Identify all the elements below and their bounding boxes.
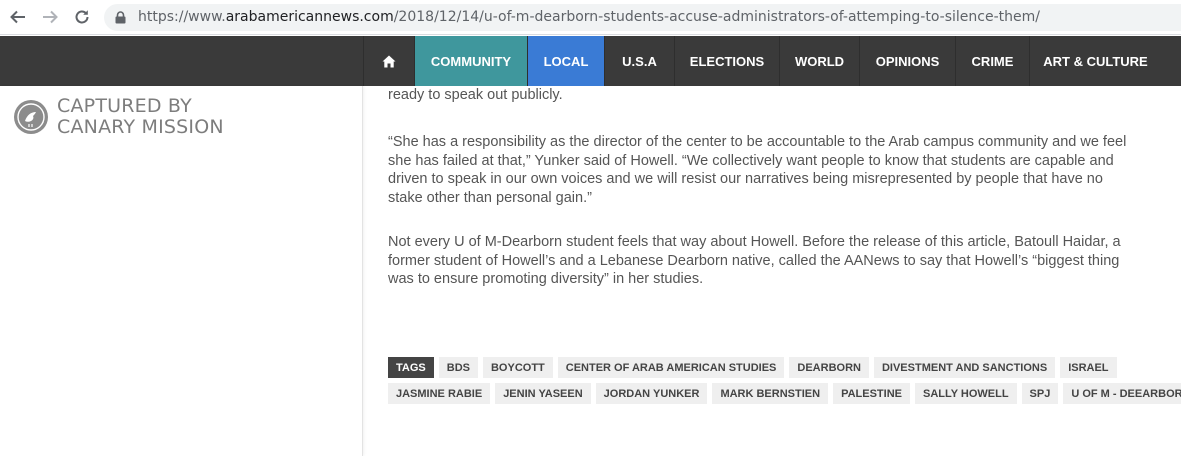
tags-label: TAGS <box>388 357 434 378</box>
home-icon <box>382 55 396 67</box>
bird-icon <box>17 103 45 131</box>
arrow-right-icon <box>43 10 58 24</box>
url-host: arabamericannews.com <box>225 9 394 25</box>
url-scheme: https://www. <box>138 9 226 25</box>
browser-toolbar: https://www.arabamericannews.com/2018/12… <box>0 0 1181 35</box>
tag-center-of-arab-american-studies[interactable]: CENTER OF ARAB AMERICAN STUDIES <box>557 357 785 378</box>
canary-mission-watermark: CAPTURED BY CANARY MISSION <box>57 96 224 138</box>
tags-section: TAGS BDS BOYCOTT CENTER OF ARAB AMERICAN… <box>388 357 1181 409</box>
tags-row-1: TAGS BDS BOYCOTT CENTER OF ARAB AMERICAN… <box>388 357 1168 378</box>
nav-opinions[interactable]: OPINIONS <box>859 36 955 86</box>
tag-jenin-yaseen[interactable]: JENIN YASEEN <box>495 383 591 404</box>
paragraph-fragment: ready to speak out publicly. <box>388 87 563 103</box>
text-line: stake other than personal gain.” <box>388 189 592 206</box>
paragraph-quote: “She has a responsibility as the directo… <box>388 133 1168 207</box>
nav-art-culture[interactable]: ART & CULTURE <box>1029 36 1161 86</box>
text-line: “She has a responsibility as the directo… <box>388 134 1127 150</box>
tag-bds[interactable]: BDS <box>438 357 478 378</box>
lock-icon <box>115 11 126 24</box>
canary-mission-logo <box>14 100 48 134</box>
nav-usa[interactable]: U.S.A <box>604 36 674 86</box>
text-line: was to ensure promoting diversity” in he… <box>388 271 704 287</box>
nav-community[interactable]: COMMUNITY <box>414 36 527 86</box>
back-button[interactable] <box>5 5 31 29</box>
text-line: Not every U of M-Dearborn student feels … <box>388 234 1121 250</box>
tag-spj[interactable]: SPJ <box>1021 383 1059 404</box>
nav-crime[interactable]: CRIME <box>955 36 1029 86</box>
tag-mark-bernstien[interactable]: MARK BERNSTIEN <box>712 383 829 404</box>
watermark-line-2: CANARY MISSION <box>57 116 224 138</box>
forward-button[interactable] <box>37 5 63 29</box>
address-bar[interactable]: https://www.arabamericannews.com/2018/12… <box>104 4 1181 31</box>
watermark-line-1: CAPTURED BY <box>57 95 192 117</box>
nav-local[interactable]: LOCAL <box>527 36 604 86</box>
tag-divestment-and-sanctions[interactable]: DIVESTMENT AND SANCTIONS <box>873 357 1056 378</box>
tags-row-2: JASMINE RABIE JENIN YASEEN JORDAN YUNKER… <box>388 383 1181 404</box>
text-line: driven to speak in our own voices and we… <box>388 171 1103 187</box>
tag-sally-howell[interactable]: SALLY HOWELL <box>914 383 1017 404</box>
arrow-left-icon <box>10 10 25 24</box>
tag-dearborn[interactable]: DEARBORN <box>789 357 869 378</box>
text-line: she has failed at that,” Yunker said of … <box>388 152 1114 169</box>
reload-icon <box>75 10 89 24</box>
left-sidebar <box>0 86 363 456</box>
tag-israel[interactable]: ISRAEL <box>1060 357 1117 378</box>
text-line: former student of Howell’s and a Lebanes… <box>388 252 1120 269</box>
url-path: /2018/12/14/u-of-m-dearborn-students-acc… <box>393 9 1040 25</box>
site-navigation: COMMUNITY LOCAL U.S.A ELECTIONS WORLD OP… <box>0 36 1181 86</box>
tag-boycott[interactable]: BOYCOTT <box>482 357 553 378</box>
url-text[interactable]: https://www.arabamericannews.com/2018/12… <box>138 9 1040 25</box>
nav-world[interactable]: WORLD <box>779 36 859 86</box>
tag-jordan-yunker[interactable]: JORDAN YUNKER <box>595 383 708 404</box>
tag-palestine[interactable]: PALESTINE <box>833 383 910 404</box>
nav-home[interactable] <box>363 36 414 86</box>
tag-jasmine-rabie[interactable]: JASMINE RABIE <box>388 383 491 404</box>
tag-u-of-m-deearborn[interactable]: U OF M - DEEARBORN <box>1063 383 1181 404</box>
paragraph-counterpoint: Not every U of M-Dearborn student feels … <box>388 233 1168 289</box>
nav-elections[interactable]: ELECTIONS <box>674 36 779 86</box>
reload-button[interactable] <box>69 5 95 29</box>
